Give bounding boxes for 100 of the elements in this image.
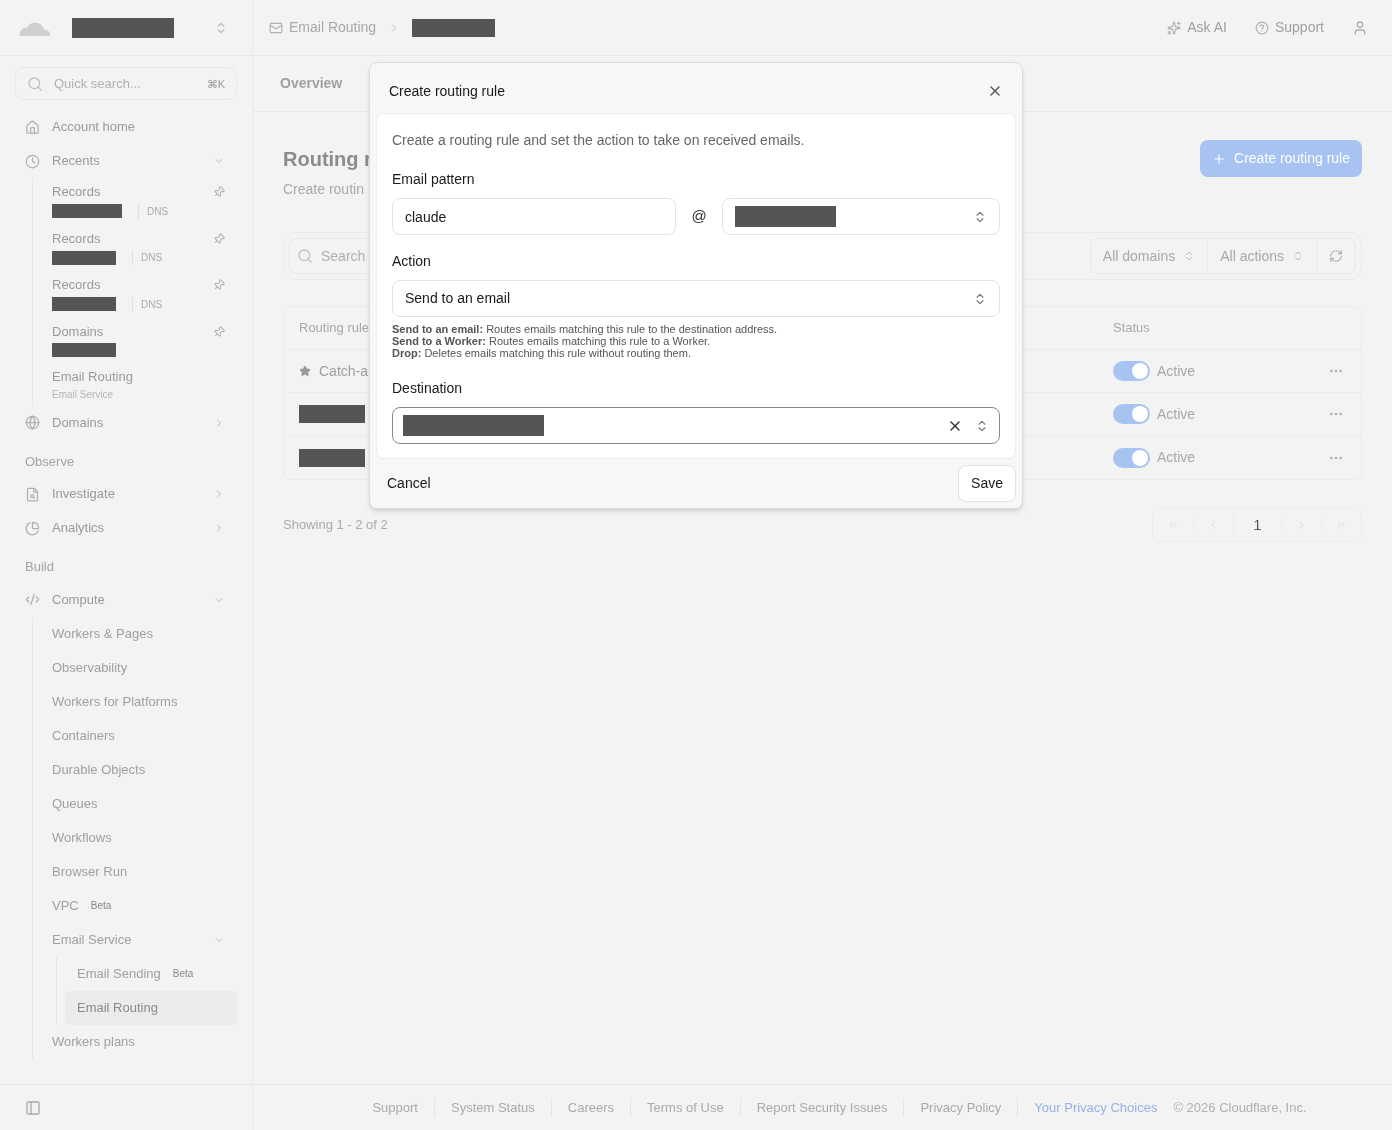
- section-heading: Observe: [24, 452, 76, 471]
- beta-label: Beta: [172, 967, 194, 981]
- code-icon: [25, 592, 40, 607]
- sidebar-item[interactable]: Domains: [15, 405, 237, 440]
- footer-link[interactable]: System Status: [435, 1097, 552, 1118]
- globe-icon: [25, 415, 40, 430]
- sidebar-toggle-icon[interactable]: [25, 1099, 41, 1116]
- sidebar-label: Observability: [52, 658, 128, 677]
- redacted-block: [299, 405, 365, 423]
- footer-link[interactable]: Support: [356, 1097, 435, 1118]
- footer-link[interactable]: Careers: [551, 1097, 632, 1118]
- footer-link[interactable]: Your Privacy Choices: [1018, 1097, 1174, 1118]
- save-button[interactable]: Save: [958, 465, 1016, 502]
- sidebar-label: Analytics: [52, 519, 106, 538]
- help-text: Send to an email: Routes emails matching this rule to the destination address.: [392, 323, 779, 335]
- recent-tag: DNS: [132, 250, 163, 265]
- breadcrumb-link[interactable]: Email Routing: [289, 17, 377, 38]
- pie-chart-icon: [25, 520, 40, 536]
- column-header: Status: [1113, 319, 1150, 338]
- sidebar-label: Recents: [52, 152, 101, 171]
- sidebar-label: Durable Objects: [52, 760, 146, 779]
- sidebar-item[interactable]: Email Routing: [65, 990, 237, 1025]
- destination-select[interactable]: [392, 407, 1000, 444]
- recent-title[interactable]: Email Routing: [52, 367, 133, 387]
- mail-icon: [269, 20, 283, 35]
- sidebar-label: Containers: [52, 726, 115, 745]
- dialog-description: Create a routing rule and set the action to take on received emails.: [392, 131, 806, 150]
- sidebar-item[interactable]: Investigate: [15, 477, 237, 511]
- sidebar-label: Workflows: [52, 828, 112, 847]
- status-text: Active: [1157, 448, 1196, 467]
- column-header: Routing rule: [299, 319, 370, 338]
- section-heading: Build: [24, 558, 55, 576]
- sidebar-item[interactable]: VPC Beta: [40, 888, 237, 923]
- sidebar-item[interactable]: Workflows: [40, 820, 237, 855]
- email-pattern-field[interactable]: claude: [392, 198, 676, 235]
- create-routing-rule-button[interactable]: Create routing rule: [1200, 140, 1362, 177]
- cancel-button[interactable]: Cancel: [387, 473, 431, 494]
- sidebar-label: Account home: [52, 118, 137, 137]
- field-label: Email pattern: [392, 170, 476, 189]
- recent-title[interactable]: Records: [52, 228, 163, 248]
- recent-title[interactable]: Domains: [52, 321, 116, 341]
- sidebar-label: Email Routing: [77, 998, 158, 1017]
- showing-count: Showing 1 - 2 of 2: [283, 516, 388, 535]
- footer-link[interactable]: Report Security Issues: [740, 1097, 905, 1118]
- rule-name: Catch-a: [319, 361, 369, 381]
- recent-tag: DNS: [138, 203, 169, 219]
- domain-select[interactable]: [722, 198, 1000, 235]
- page-subtitle: Create routin: [283, 180, 365, 199]
- filter-select[interactable]: All actions: [1208, 239, 1317, 273]
- sidebar-item[interactable]: Compute: [15, 582, 237, 617]
- user-icon[interactable]: [1352, 19, 1368, 36]
- tab[interactable]: Overview: [280, 73, 343, 94]
- sidebar-item[interactable]: Recents: [15, 144, 237, 178]
- sidebar-item[interactable]: Account home: [15, 110, 237, 144]
- refresh-icon: [1329, 249, 1343, 263]
- footer-link[interactable]: Terms of Use: [631, 1097, 741, 1118]
- sidebar-item[interactable]: Containers: [40, 718, 237, 753]
- dialog-title: Create routing rule: [389, 81, 505, 101]
- redacted-block: [52, 343, 116, 357]
- sidebar-label: Domains: [52, 413, 105, 432]
- page-button[interactable]: 1: [1233, 509, 1281, 541]
- sidebar-item[interactable]: Queues: [40, 786, 237, 821]
- sidebar-label: Email Sending: [77, 964, 161, 983]
- sidebar-item[interactable]: Workers plans: [40, 1024, 237, 1059]
- ask-ai-button[interactable]: Ask AI: [1167, 17, 1227, 38]
- status-toggle[interactable]: [1113, 447, 1150, 468]
- help-text: Send to a Worker: Routes emails matching this rule to a Worker.: [392, 335, 712, 347]
- recent-title[interactable]: Records: [52, 275, 163, 295]
- footer-link[interactable]: Privacy Policy: [904, 1097, 1019, 1118]
- sidebar-item[interactable]: Email Sending Beta: [65, 956, 237, 991]
- sidebar-label: Email Service: [52, 930, 132, 949]
- action-select[interactable]: Send to an email: [392, 280, 1000, 317]
- redacted-block: [52, 204, 122, 218]
- status-toggle[interactable]: [1113, 404, 1150, 424]
- sidebar-item[interactable]: Browser Run: [40, 854, 237, 889]
- field-label: Destination: [392, 379, 464, 398]
- sidebar-label: Workers & Pages: [52, 624, 153, 643]
- support-button[interactable]: Support: [1254, 17, 1324, 38]
- recent-subtitle: Email Service: [52, 387, 115, 402]
- sidebar-label: Browser Run: [52, 862, 128, 881]
- redacted-block: [52, 250, 116, 265]
- status-toggle[interactable]: [1113, 361, 1150, 381]
- sidebar-label: Queues: [52, 794, 98, 813]
- sidebar-item[interactable]: Observability: [40, 650, 237, 685]
- recent-title[interactable]: Records: [52, 182, 169, 202]
- sidebar-item[interactable]: Email Service: [40, 922, 237, 957]
- search-icon: [27, 76, 43, 92]
- sidebar-item[interactable]: Durable Objects: [40, 752, 237, 787]
- recent-tag: DNS: [132, 296, 163, 312]
- document-search-icon: [25, 486, 40, 502]
- sidebar-item[interactable]: Workers & Pages: [40, 616, 237, 651]
- sidebar-item[interactable]: Analytics: [15, 511, 237, 545]
- sidebar-label: Workers plans: [52, 1032, 135, 1051]
- sidebar-item[interactable]: Workers for Platforms: [40, 684, 237, 719]
- redacted-block: [52, 297, 116, 311]
- field-label: Action: [392, 252, 432, 271]
- at-sign: @: [690, 206, 708, 227]
- star-icon: [299, 365, 311, 377]
- filter-select[interactable]: All domains: [1090, 239, 1209, 273]
- sidebar-label: Investigate: [52, 485, 116, 504]
